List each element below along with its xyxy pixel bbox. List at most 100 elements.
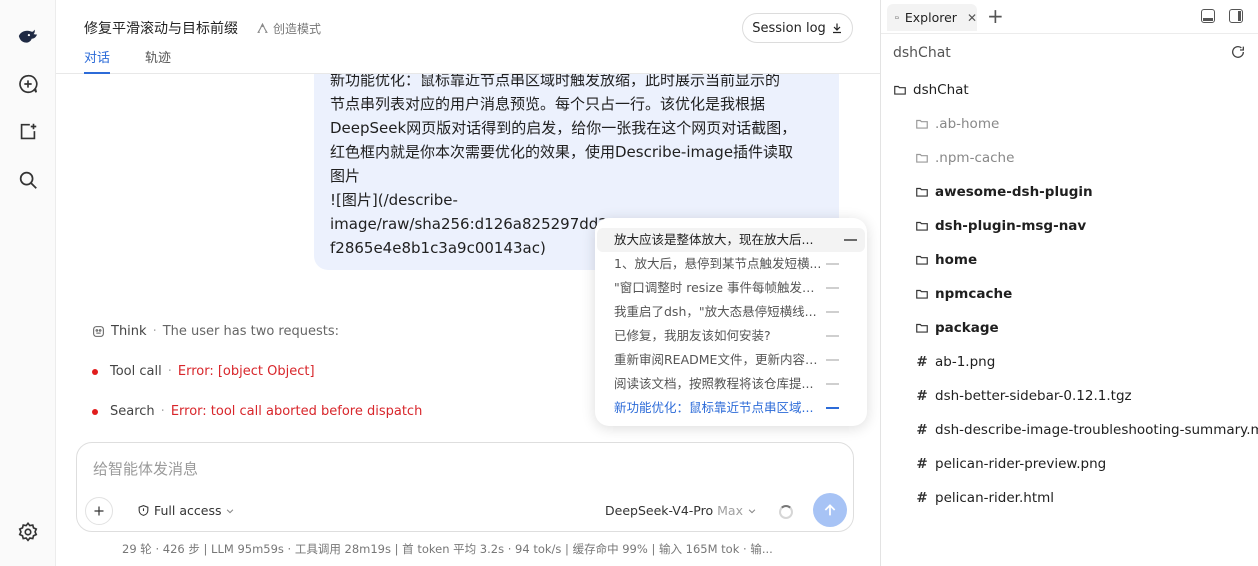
tree-file[interactable]: # pelican-rider-preview.png [915, 447, 1106, 481]
nav-item[interactable]: "窗口调整时 resize 事件每帧触发完... [595, 276, 849, 300]
separator: · [152, 324, 157, 339]
new-item-icon[interactable] [14, 118, 42, 146]
folder-icon [915, 185, 929, 199]
nav-item[interactable]: 已修复，我朋友该如何安装? [595, 324, 849, 348]
mode-badge[interactable]: 创造模式 [256, 20, 321, 37]
panel-tools [1201, 9, 1243, 23]
tree-item-label: package [935, 320, 999, 336]
nav-item-label: 已修复，我朋友该如何安装? [614, 328, 771, 343]
model-label: DeepSeek-V4-Pro [605, 503, 714, 518]
error-dot-icon [92, 368, 98, 375]
nav-tick [826, 383, 839, 385]
tree-item-label: npmcache [935, 286, 1013, 302]
nav-item-label: 新功能优化：鼠标靠近节点串区域... [614, 400, 814, 415]
tree-file[interactable]: # ab-1.png [915, 345, 995, 379]
folder-icon [915, 321, 929, 335]
tree-folder[interactable]: npmcache [915, 277, 1012, 311]
tree-item-label: dsh-describe-image-troubleshooting-summa… [935, 422, 1258, 438]
separator: · [167, 364, 172, 379]
tab-trace[interactable]: 轨迹 [145, 47, 171, 66]
tree-item-label: .npm-cache [935, 150, 1015, 166]
composer: 给智能体发消息 Full access DeepSeek-V4-Pro Max [76, 442, 854, 532]
error-dot-icon [92, 408, 98, 415]
nav-item-current[interactable]: 新功能优化：鼠标靠近节点串区域... [595, 396, 849, 420]
tree-file[interactable]: # dsh-better-sidebar-0.12.1.tgz [915, 379, 1132, 413]
folder-open-icon [895, 16, 899, 19]
tree-item-label: dsh-plugin-msg-nav [935, 218, 1087, 234]
think-event[interactable]: Think · The user has two requests: [92, 324, 339, 339]
attach-button[interactable] [85, 497, 113, 525]
search-icon[interactable] [14, 166, 42, 194]
nav-item[interactable]: 我重启了dsh，"放大态悬停短横线... [595, 300, 849, 324]
explorer-root-label: dshChat [893, 45, 951, 61]
folder-icon [915, 253, 929, 267]
nav-item[interactable]: 1、放大后，悬停到某节点触发短横... [595, 252, 849, 276]
chat-header: 修复平滑滚动与目标前缀 创造模式 对话 轨迹 Session log [56, 0, 880, 74]
loading-spinner-icon [779, 505, 793, 519]
nav-item[interactable]: 阅读该文档，按照教程将该仓库提... [595, 372, 849, 396]
session-log-button[interactable]: Session log [742, 13, 853, 43]
hash-file-icon: # [916, 422, 928, 438]
think-text: The user has two requests: [162, 324, 339, 339]
tree-folder[interactable]: home [915, 243, 977, 277]
nav-item-label: 放大应该是整体放大，现在放大后... [614, 232, 814, 247]
tree-file[interactable]: # dsh-describe-image-troubleshooting-summ… [915, 413, 1258, 447]
chevron-down-icon [227, 508, 234, 513]
search-event[interactable]: Search · Error: tool call aborted before… [92, 404, 422, 419]
tool-call-error: Error: [object Object] [177, 364, 315, 379]
tree-folder[interactable]: .npm-cache [915, 141, 1014, 175]
tree-item-label: ab-1.png [935, 354, 996, 370]
access-selector[interactable]: Full access [137, 503, 235, 518]
message-line: 图片 [330, 167, 361, 185]
send-button[interactable] [813, 493, 847, 527]
toggle-side-panel-icon[interactable] [1229, 9, 1243, 23]
hash-file-icon: # [916, 354, 928, 370]
usage-stats: 29 轮 · 426 步 | LLM 95m59s · 工具调用 28m19s … [122, 542, 773, 556]
message-line: ![图片](/describe- [330, 191, 458, 209]
toggle-bottom-panel-icon[interactable] [1201, 9, 1215, 23]
close-icon[interactable]: ✕ [967, 11, 977, 25]
session-log-label: Session log [752, 20, 826, 36]
left-rail [0, 0, 56, 566]
think-label: Think [111, 324, 147, 339]
tab-conversation[interactable]: 对话 [84, 47, 111, 74]
nav-tick [826, 263, 839, 265]
add-tab-button[interactable]: + [987, 6, 1004, 26]
tree-item-label: awesome-dsh-plugin [935, 184, 1093, 200]
message-line: 红色框内就是你本次需要优化的效果，使用Describe-image插件读取 [330, 143, 794, 161]
page-title: 修复平滑滚动与目标前缀 [84, 21, 238, 37]
new-chat-icon[interactable] [14, 70, 42, 98]
nav-tick [826, 287, 839, 289]
search-error: Error: tool call aborted before dispatch [170, 404, 423, 419]
tool-call-event[interactable]: Tool call · Error: [object Object] [92, 364, 315, 379]
whale-logo-icon[interactable] [14, 22, 42, 50]
search-label: Search [110, 404, 155, 419]
shield-icon [138, 505, 149, 516]
tree-folder[interactable]: dsh-plugin-msg-nav [915, 209, 1086, 243]
settings-icon[interactable] [14, 518, 42, 546]
refresh-icon[interactable] [1230, 44, 1246, 64]
tree-item-label: dsh-better-sidebar-0.12.1.tgz [935, 388, 1132, 404]
tree-item-label: .ab-home [935, 116, 1000, 132]
nav-item[interactable]: 放大应该是整体放大，现在放大后... [597, 228, 865, 252]
tree-folder[interactable]: awesome-dsh-plugin [915, 175, 1093, 209]
message-input[interactable]: 给智能体发消息 [93, 458, 198, 479]
model-tier: Max [717, 503, 743, 518]
think-icon [93, 326, 104, 337]
message-line: DeepSeek网页版对话得到的启发，给你一张我在这个网页对话截图， [330, 119, 797, 137]
tree-folder[interactable]: package [915, 311, 999, 345]
folder-icon [893, 83, 907, 97]
folder-icon [915, 117, 929, 131]
nav-item[interactable]: 重新审阅README文件，更新内容，... [595, 348, 849, 372]
folder-icon [915, 219, 929, 233]
tree-file[interactable]: # pelican-rider.html [915, 481, 1054, 515]
tree-folder[interactable]: dshChat [893, 73, 969, 107]
hash-file-icon: # [916, 456, 928, 472]
model-selector[interactable]: DeepSeek-V4-Pro Max [605, 503, 757, 518]
tree-item-label: dshChat [913, 82, 969, 98]
tree-item-label: pelican-rider.html [935, 490, 1055, 506]
nav-tick [826, 407, 839, 409]
tab-explorer[interactable]: Explorer ✕ [887, 4, 977, 31]
folder-icon [915, 151, 929, 165]
tree-folder[interactable]: .ab-home [915, 107, 999, 141]
